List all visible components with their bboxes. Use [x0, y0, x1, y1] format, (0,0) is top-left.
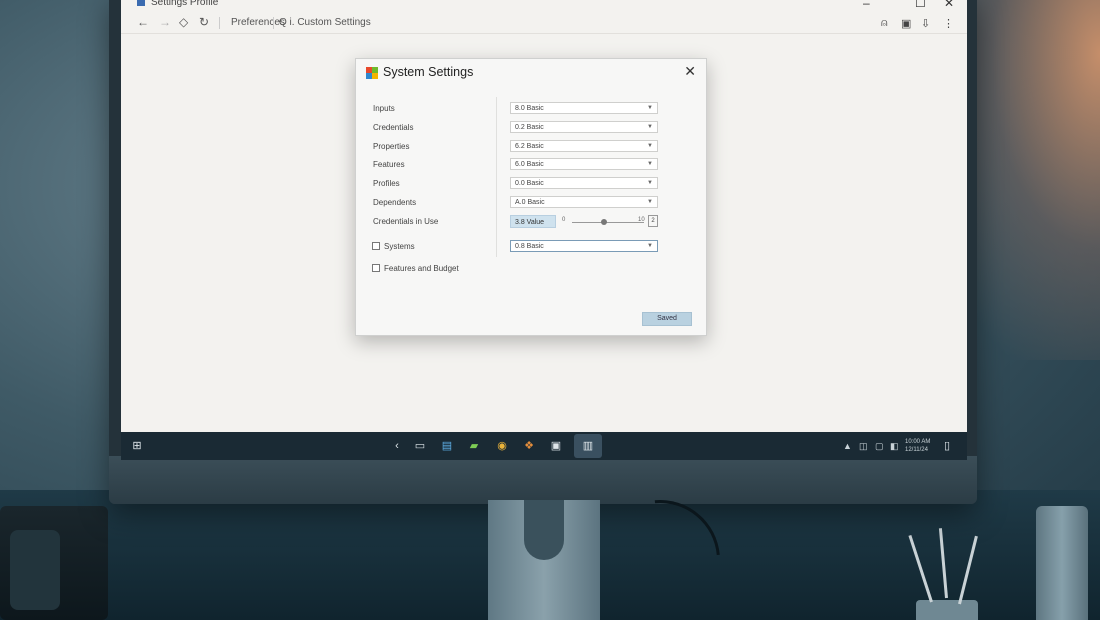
reload-icon[interactable]: ◇ [179, 15, 188, 29]
row-label-properties: Properties [373, 142, 410, 151]
back-arrow-icon[interactable]: ← [137, 15, 149, 29]
tray-time: 10:00 AM [905, 439, 931, 445]
chat-tray-icon[interactable]: ▢ [875, 441, 884, 452]
extensions-icon[interactable]: ▣ [901, 17, 911, 30]
toolbar-divider [219, 17, 220, 29]
column-divider [496, 97, 497, 257]
row-label-profiles: Profiles [373, 179, 400, 188]
downloads-icon[interactable]: ⇩ [921, 17, 930, 30]
slider-thumb[interactable] [601, 219, 608, 225]
logo-square [372, 73, 378, 79]
select-value: 0.8 Basic [515, 243, 544, 250]
select-value: A.0 Basic [515, 199, 545, 206]
forward-arrow-icon[interactable]: → [159, 15, 171, 29]
close-window-button[interactable]: ✕ [944, 0, 954, 10]
notification-icon[interactable]: ▯ [939, 438, 955, 454]
select-profiles[interactable]: 0.0 Basic ▼ [510, 177, 658, 189]
menu-icon[interactable]: ⋮ [943, 17, 954, 30]
tray-clock[interactable]: 10:00 AM 12/11/24 [905, 438, 930, 454]
select-properties[interactable]: 6.2 Basic ▼ [510, 140, 658, 152]
profile-icon[interactable]: ⍝ [881, 17, 888, 30]
window-titlebar: Settings Profile – ☐ ✕ [121, 0, 967, 10]
task-view-icon[interactable]: ▭ [412, 438, 428, 454]
taskbar: ⊞ ‹ ▭ ▤ ▰ ◉ ❖ ▣ ▥ ▲ ◫ ▢ ◧ 10:00 AM 12/11… [121, 432, 967, 460]
settings-app-icon[interactable]: ▥ [580, 438, 596, 454]
breadcrumb[interactable]: Preferences [231, 17, 285, 28]
address-bar[interactable]: Q i. Custom Settings [279, 17, 371, 28]
select-value: 0.2 Basic [515, 124, 544, 131]
settings-logo-icon [366, 67, 378, 79]
tray-date: 12/11/24 [905, 447, 928, 453]
slider-min-label: 0 [562, 217, 566, 223]
credentials-value-field[interactable]: 3.8 Value [510, 215, 556, 228]
tray-chevron-up-icon[interactable]: ▲ [843, 441, 852, 451]
row-label-credentials-in-use: Credentials in Use [373, 217, 439, 226]
speaker-grille [10, 530, 60, 610]
toolbar-divider [273, 17, 274, 29]
row-label-features: Features [373, 160, 405, 169]
store-bag-icon[interactable]: ▣ [548, 438, 564, 454]
row-label-credentials: Credentials [373, 123, 414, 132]
window-title: Settings Profile [151, 0, 219, 8]
select-value: 8.0 Basic [515, 105, 544, 112]
slider-max-label: 10 [638, 217, 645, 223]
select-inputs[interactable]: 8.0 Basic ▼ [510, 102, 658, 114]
browser-toolbar: ← → ◇ ↻ Preferences Q i. Custom Settings… [121, 12, 967, 34]
system-settings-dialog: System Settings ✕ Inputs 8.0 Basic ▼ Cred… [355, 58, 707, 336]
features-budget-label: Features and Budget [384, 264, 459, 273]
row-label-inputs: Inputs [373, 104, 395, 113]
select-features[interactable]: 6.0 Basic ▼ [510, 158, 658, 170]
chevron-down-icon: ▼ [647, 161, 653, 167]
chevron-down-icon: ▼ [647, 105, 653, 111]
dialog-title: System Settings [383, 65, 474, 79]
slider-track[interactable] [572, 222, 644, 223]
screen: Settings Profile – ☐ ✕ ← → ◇ ↻ Preferenc… [121, 0, 967, 436]
select-value: 6.2 Basic [515, 143, 544, 150]
chevron-down-icon: ▼ [647, 143, 653, 149]
select-systems[interactable]: 0.8 Basic ▼ [510, 240, 658, 252]
bottle [1036, 506, 1088, 620]
select-value: 0.0 Basic [515, 180, 544, 187]
network-icon[interactable]: ◫ [859, 441, 868, 452]
save-button[interactable]: Saved [642, 312, 692, 326]
chevron-down-icon: ▼ [647, 180, 653, 186]
row-label-dependents: Dependents [373, 198, 417, 207]
file-explorer-icon[interactable]: ▤ [439, 438, 455, 454]
store-app-icon[interactable]: ❖ [521, 438, 537, 454]
minimize-button[interactable]: – [863, 0, 870, 10]
chevron-icon[interactable]: ‹ [389, 438, 405, 454]
features-budget-checkbox[interactable] [372, 264, 380, 272]
windows-start-icon[interactable]: ⊞ [129, 438, 145, 454]
select-credentials[interactable]: 0.2 Basic ▼ [510, 121, 658, 133]
select-value: 6.0 Basic [515, 161, 544, 168]
select-dependents[interactable]: A.0 Basic ▼ [510, 196, 658, 208]
volume-icon[interactable]: ◧ [890, 441, 899, 452]
systems-label: Systems [384, 242, 415, 251]
maximize-button[interactable]: ☐ [915, 0, 926, 10]
quantity-stepper[interactable]: 2 [648, 215, 658, 227]
chevron-down-icon: ▼ [647, 243, 653, 249]
stand-cable-slot [524, 500, 564, 560]
chevron-down-icon: ▼ [647, 124, 653, 130]
systems-checkbox[interactable] [372, 242, 380, 250]
dialog-close-icon[interactable]: ✕ [684, 63, 696, 80]
monitor-chin [109, 456, 977, 504]
pencil-cup [916, 600, 978, 620]
app-icon [137, 0, 145, 6]
chevron-down-icon: ▼ [647, 199, 653, 205]
browser-icon[interactable]: ◉ [494, 438, 510, 454]
chat-icon[interactable]: ▰ [466, 438, 482, 454]
refresh-icon[interactable]: ↻ [199, 15, 209, 29]
